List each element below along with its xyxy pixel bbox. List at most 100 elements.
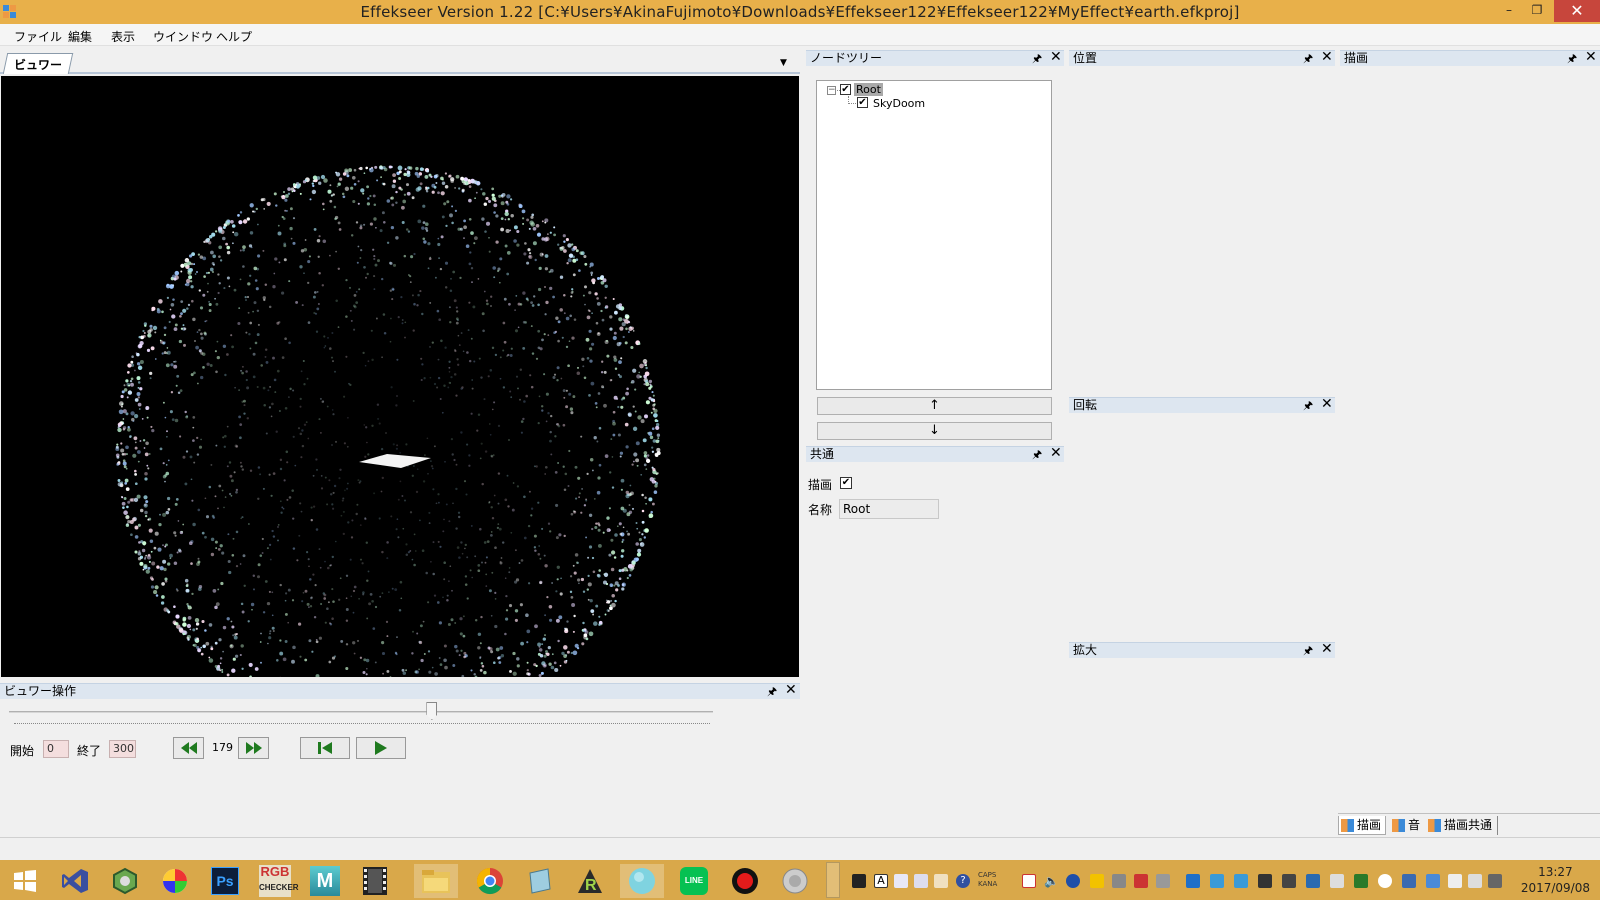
menu-help[interactable]: ヘルプ: [216, 28, 252, 45]
end-frame-input[interactable]: 300: [109, 740, 136, 758]
tab-draw-common-label: 描画共通: [1444, 818, 1493, 832]
pin-icon[interactable]: 🖈: [1032, 51, 1042, 66]
move-up-button[interactable]: ↑: [817, 397, 1052, 415]
pin-icon[interactable]: 🖈: [1303, 51, 1313, 66]
tray-app-icon[interactable]: [852, 874, 866, 888]
pin-icon[interactable]: 🖈: [1567, 51, 1577, 66]
tab-draw-common[interactable]: 描画共通: [1426, 816, 1499, 835]
tree-node-root[interactable]: Root: [854, 83, 883, 96]
tray-app-icon[interactable]: [1306, 874, 1320, 888]
draw-checkbox[interactable]: ✔: [840, 477, 852, 489]
volume-icon[interactable]: 🔈: [1044, 874, 1059, 888]
tray-app-icon[interactable]: [1258, 874, 1272, 888]
tray-app-icon[interactable]: [1402, 874, 1416, 888]
ime-icon[interactable]: A: [874, 874, 888, 888]
link-icon[interactable]: [1156, 874, 1170, 888]
windows-start-icon[interactable]: [3, 864, 47, 898]
skydoom-checkbox[interactable]: ✔: [857, 97, 868, 108]
end-label: 終了: [77, 744, 102, 758]
pin-icon[interactable]: 🖈: [1303, 643, 1313, 658]
file-explorer-icon[interactable]: [414, 864, 458, 898]
tray-app-icon[interactable]: [1282, 874, 1296, 888]
record-icon[interactable]: [723, 864, 767, 898]
start-frame-input[interactable]: 0: [43, 740, 69, 758]
photoshop-icon[interactable]: Ps: [203, 864, 247, 898]
start-label: 開始: [10, 744, 35, 758]
close-icon[interactable]: ✕: [1050, 446, 1062, 461]
close-icon[interactable]: ✕: [1321, 642, 1333, 657]
name-input[interactable]: Root: [839, 499, 939, 519]
line-icon[interactable]: LINE: [672, 864, 716, 898]
taskbar-scroll[interactable]: [826, 862, 840, 898]
close-icon[interactable]: ✕: [1321, 50, 1333, 65]
close-icon[interactable]: ✕: [1321, 397, 1333, 412]
cloud-icon[interactable]: [1378, 874, 1392, 888]
tray-app-icon[interactable]: [934, 874, 948, 888]
pin-icon[interactable]: 🖈: [1303, 398, 1313, 413]
rgb-checker-icon[interactable]: RGB CHECKER: [253, 864, 299, 898]
frame-slider[interactable]: [9, 711, 713, 713]
menu-file[interactable]: ファイル: [14, 28, 62, 45]
tree-node-skydoom[interactable]: SkyDoom: [873, 97, 925, 110]
effekseer-icon[interactable]: [620, 864, 664, 898]
network-icon[interactable]: [1234, 874, 1248, 888]
slider-thumb[interactable]: [426, 702, 438, 720]
effect-viewport[interactable]: [1, 76, 799, 677]
chevron-down-icon[interactable]: ▼: [780, 58, 787, 68]
go-to-start-button[interactable]: [300, 737, 350, 759]
close-icon[interactable]: ✕: [785, 683, 797, 698]
current-frame: 179: [212, 741, 233, 754]
tab-viewer-label[interactable]: ビュワー: [14, 56, 62, 73]
step-forward-button[interactable]: [238, 737, 269, 759]
chrome-icon[interactable]: [468, 864, 512, 898]
slider-ticks: [14, 723, 710, 726]
close-button[interactable]: ✕: [1554, 0, 1600, 22]
root-checkbox[interactable]: ✔: [840, 84, 851, 95]
fast-forward-icon: [245, 742, 262, 754]
move-down-button[interactable]: ↓: [817, 422, 1052, 440]
signal-icon[interactable]: [1488, 874, 1502, 888]
restore-button[interactable]: ❐: [1523, 0, 1551, 22]
film-icon[interactable]: [353, 864, 397, 898]
r-app-icon[interactable]: R: [568, 864, 612, 898]
tab-sound-label: 音: [1408, 818, 1421, 832]
green-app-icon[interactable]: [103, 864, 147, 898]
tab-draw[interactable]: 描画: [1338, 816, 1387, 835]
pin-icon[interactable]: 🖈: [1032, 447, 1042, 462]
play-button[interactable]: [356, 737, 406, 759]
tray-app-icon[interactable]: [1134, 874, 1148, 888]
clock[interactable]: 13:27 2017/09/08: [1521, 864, 1590, 896]
flag-icon[interactable]: [1448, 874, 1462, 888]
pin-icon[interactable]: 🖈: [767, 684, 777, 699]
collapse-icon[interactable]: −: [827, 86, 836, 95]
tray-app-icon[interactable]: [894, 874, 908, 888]
windows-icon: [1392, 819, 1405, 832]
tray-app-icon[interactable]: [914, 874, 928, 888]
tray-app-icon[interactable]: [1354, 874, 1368, 888]
tray-app-icon[interactable]: [1112, 874, 1126, 888]
menu-edit[interactable]: 編集: [68, 28, 92, 45]
visual-studio-icon[interactable]: [53, 864, 97, 898]
tray-app-icon[interactable]: [1186, 874, 1200, 888]
close-icon[interactable]: ✕: [1050, 50, 1062, 65]
tray-app-icon[interactable]: [1330, 874, 1344, 888]
color-app-icon[interactable]: [153, 864, 197, 898]
tab-sound[interactable]: 音: [1390, 816, 1420, 835]
speaker-app-icon[interactable]: [773, 864, 817, 898]
shield-icon[interactable]: [1022, 874, 1036, 888]
close-icon[interactable]: ✕: [1585, 50, 1597, 65]
network-icon[interactable]: [1210, 874, 1224, 888]
alert-icon[interactable]: [1090, 874, 1104, 888]
help-icon[interactable]: ?: [956, 874, 970, 888]
battery-icon[interactable]: [1468, 874, 1482, 888]
menu-view[interactable]: 表示: [111, 28, 135, 45]
tray-app-icon[interactable]: [1426, 874, 1440, 888]
skip-back-icon: [318, 742, 332, 754]
windows-icon: [1428, 819, 1441, 832]
maya-icon[interactable]: M: [303, 864, 347, 898]
notepad-app-icon[interactable]: [518, 864, 562, 898]
bluetooth-icon[interactable]: [1066, 874, 1080, 888]
step-back-button[interactable]: [173, 737, 204, 759]
minimize-button[interactable]: –: [1495, 0, 1523, 22]
menu-window[interactable]: ウインドウ: [153, 28, 213, 45]
